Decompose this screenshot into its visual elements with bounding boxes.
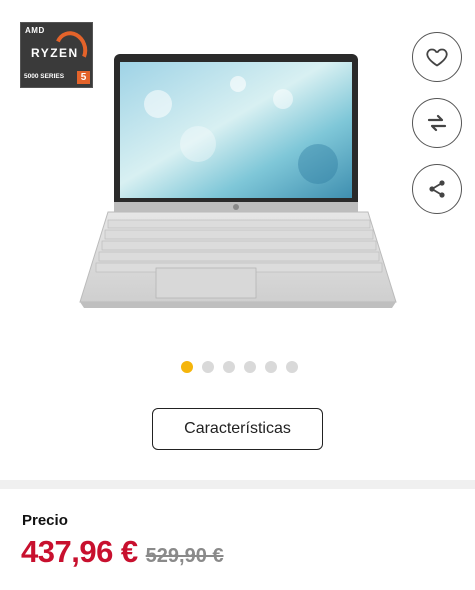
compare-button[interactable] (412, 98, 462, 148)
price-row: 437,96 € 529,90 € (21, 534, 224, 570)
share-button[interactable] (412, 164, 462, 214)
gallery-dot-5[interactable] (265, 361, 277, 373)
gallery-pagination (181, 361, 298, 373)
badge-product: RYZEN (31, 46, 79, 60)
section-divider (0, 480, 475, 489)
gallery-dot-6[interactable] (286, 361, 298, 373)
badge-brand: AMD (25, 26, 45, 35)
laptop-product-image[interactable] (78, 54, 398, 310)
compare-arrows-icon (427, 114, 447, 132)
features-button[interactable]: Características (152, 408, 323, 450)
price-label: Precio (22, 512, 68, 529)
heart-icon (426, 48, 448, 67)
current-price: 437,96 € (21, 534, 138, 569)
gallery-dot-4[interactable] (244, 361, 256, 373)
gallery-dot-3[interactable] (223, 361, 235, 373)
share-icon (429, 180, 445, 198)
badge-series: 5000 SERIES (24, 73, 65, 80)
gallery-dot-2[interactable] (202, 361, 214, 373)
favorite-button[interactable] (412, 32, 462, 82)
original-price: 529,90 € (145, 545, 224, 567)
gallery-dot-1[interactable] (181, 361, 193, 373)
